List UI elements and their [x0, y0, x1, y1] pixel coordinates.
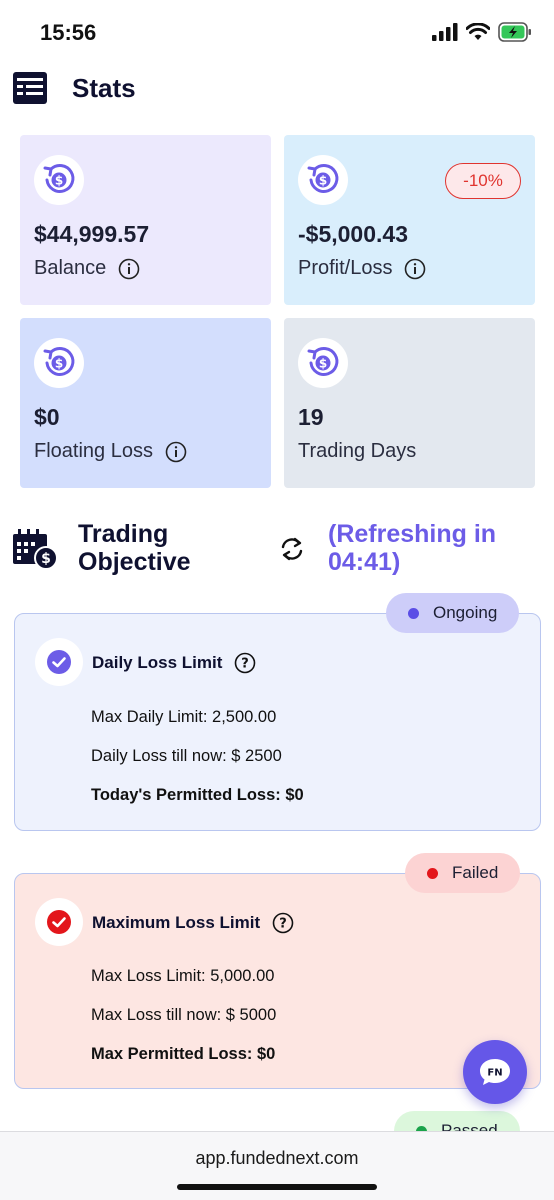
- dollar-refresh-icon: $: [34, 155, 84, 205]
- daily-loss-title: Daily Loss Limit: [92, 653, 223, 672]
- url-text[interactable]: app.fundednext.com: [0, 1148, 554, 1169]
- max-loss-limit: Max Loss Limit: 5,000.00: [91, 967, 275, 985]
- profit-loss-label: Profit/Loss: [298, 257, 393, 279]
- refresh-icon[interactable]: [278, 536, 306, 562]
- chat-bubble-icon: FN: [480, 1059, 510, 1085]
- svg-text:$: $: [319, 174, 327, 188]
- status-time: 15:56: [40, 20, 97, 45]
- home-indicator[interactable]: [177, 1184, 377, 1190]
- stats-header: Stats: [12, 68, 136, 108]
- floating-loss-value: $0: [34, 404, 60, 430]
- wifi-icon: [466, 23, 490, 40]
- status-bar: 15:56: [0, 0, 554, 62]
- page-title: Stats: [72, 72, 136, 103]
- max-loss-title: Maximum Loss Limit: [92, 913, 261, 932]
- balance-label: Balance: [34, 257, 107, 279]
- floating-loss-card: $ $0 Floating Loss: [20, 318, 271, 488]
- max-loss-title-row: Maximum Loss Limit ?: [92, 912, 294, 934]
- svg-text:FN: FN: [487, 1068, 502, 1079]
- svg-text:$: $: [55, 357, 63, 371]
- svg-text:?: ?: [279, 917, 287, 932]
- status-dot: [427, 867, 438, 879]
- profit-loss-value: -$5,000.43: [298, 221, 408, 247]
- status-badge-failed: Failed: [405, 853, 521, 893]
- svg-text:$: $: [41, 551, 51, 567]
- daily-max-limit: Max Daily Limit: 2,500.00: [91, 708, 277, 726]
- balance-label-row: Balance: [34, 257, 140, 280]
- max-loss-panel: Maximum Loss Limit ? Max Loss Limit: 5,0…: [14, 873, 541, 1089]
- chat-button[interactable]: FN: [463, 1040, 527, 1104]
- status-text: Failed: [452, 863, 499, 882]
- svg-text:$: $: [55, 174, 63, 188]
- dollar-refresh-icon: $: [34, 338, 84, 388]
- dollar-refresh-icon: $: [298, 338, 348, 388]
- trading-days-card: $ 19 Trading Days: [284, 318, 535, 488]
- dashboard-icon: [13, 72, 47, 104]
- daily-loss-till-now: Daily Loss till now: $ 2500: [91, 747, 282, 765]
- info-icon[interactable]: [165, 441, 187, 463]
- status-dot: [408, 607, 419, 619]
- refresh-countdown: (Refreshing in 04:41): [328, 520, 497, 576]
- status-icons: [432, 22, 532, 42]
- max-permitted-loss: Max Permitted Loss: $0: [91, 1045, 276, 1063]
- trading-days-label-row: Trading Days: [298, 440, 416, 463]
- floating-loss-label: Floating Loss: [34, 440, 153, 462]
- trading-objective-header: $ Trading Objective (Refreshing in 04:41…: [12, 518, 542, 578]
- max-loss-till-now: Max Loss till now: $ 5000: [91, 1006, 277, 1024]
- daily-loss-title-row: Daily Loss Limit ?: [92, 652, 256, 674]
- calendar-dollar-icon: $: [13, 529, 58, 570]
- daily-permitted-loss: Today's Permitted Loss: $0: [91, 786, 304, 804]
- floating-loss-label-row: Floating Loss: [34, 440, 187, 463]
- browser-url-bar[interactable]: app.fundednext.com: [0, 1131, 554, 1200]
- battery-charging-icon: [498, 22, 531, 42]
- svg-text:?: ?: [242, 657, 250, 672]
- dollar-refresh-icon: $: [298, 155, 348, 205]
- balance-card: $ $44,999.57 Balance: [20, 135, 271, 305]
- info-icon[interactable]: [404, 258, 426, 280]
- status-badge-ongoing: Ongoing: [386, 593, 520, 633]
- trading-days-label: Trading Days: [298, 440, 417, 462]
- help-icon[interactable]: ?: [234, 652, 256, 674]
- trading-days-value: 19: [298, 404, 324, 430]
- profit-loss-label-row: Profit/Loss: [298, 257, 426, 280]
- percent-badge: -10%: [445, 163, 521, 199]
- signal-icon: [432, 23, 458, 41]
- balance-value: $44,999.57: [34, 221, 150, 247]
- help-icon[interactable]: ?: [272, 912, 294, 934]
- check-circle-icon: [35, 898, 83, 946]
- svg-text:$: $: [319, 357, 327, 371]
- profit-loss-card: $ -10% -$5,000.43 Profit/Loss: [284, 135, 535, 305]
- daily-loss-panel: Daily Loss Limit ? Max Daily Limit: 2,50…: [14, 613, 541, 831]
- check-circle-icon: [35, 638, 83, 686]
- status-text: Ongoing: [433, 603, 498, 622]
- trading-objective-title: Trading Objective: [78, 520, 191, 576]
- info-icon[interactable]: [118, 258, 140, 280]
